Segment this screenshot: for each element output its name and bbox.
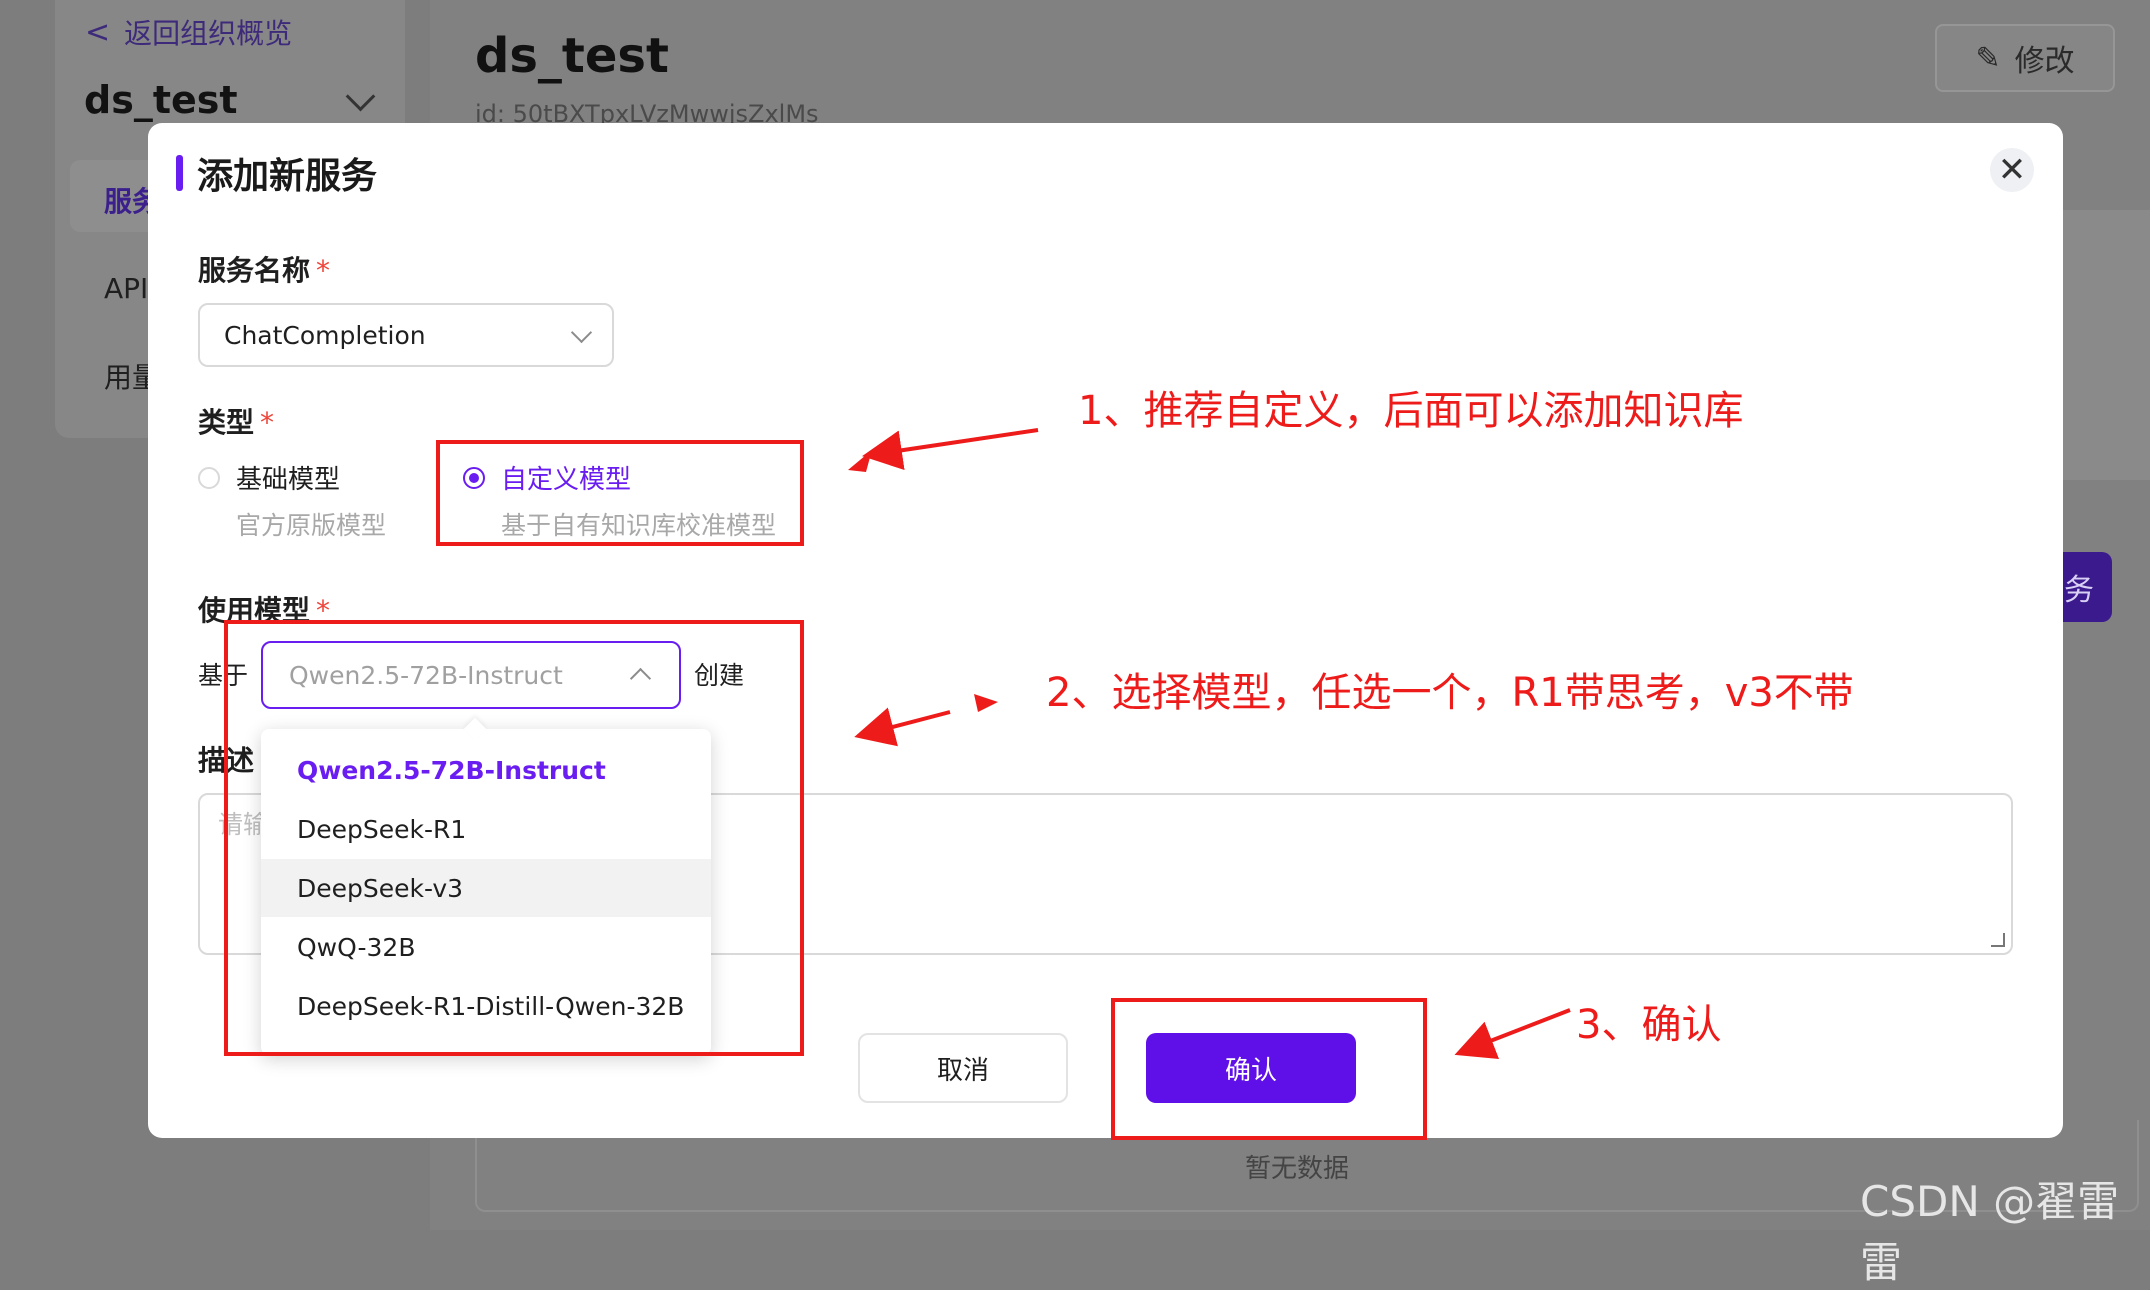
annotation-arrows [848, 428, 1571, 1060]
arrow-2 [854, 707, 951, 747]
annotation-3-text: 3、确认 [1576, 1002, 1722, 1048]
arrow-1-head [848, 450, 872, 472]
watermark: CSDN @翟雷雷 [1860, 1177, 2120, 1287]
arrow-3 [1454, 1008, 1571, 1060]
arrow-1 [862, 428, 1039, 471]
annotation-2-text: 2、选择模型，任选一个，R1带思考，v3不带 [1046, 670, 1854, 716]
annotation-1-text: 1、推荐自定义，后面可以添加知识库 [1078, 388, 1744, 434]
arrow-2-tick [974, 694, 998, 712]
